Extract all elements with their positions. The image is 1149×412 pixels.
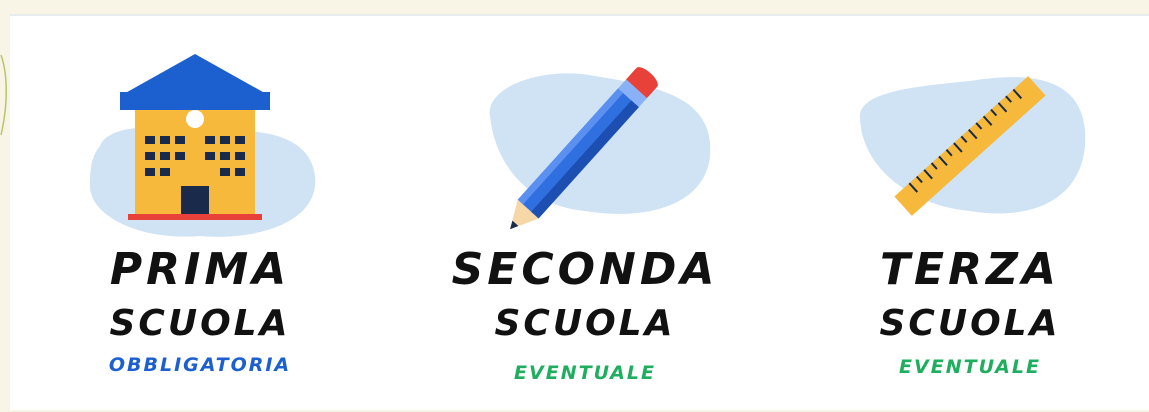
school-options-panel: PRIMA SCUOLA OBBLIGATORIA SECONDA SCUOLA… [10,14,1149,410]
card-seconda-scuola[interactable]: SECONDA SCUOLA EVENTUALE [435,16,735,412]
card-subtitle: SCUOLA [109,303,291,344]
card-tag: OBBLIGATORIA [108,354,292,376]
card-title: PRIMA [109,244,291,295]
card-title: TERZA [880,244,1060,295]
pencil-icon [489,67,711,230]
card-subtitle: SCUOLA [879,303,1061,344]
card-subtitle: SCUOLA [494,303,676,344]
card-tag: EVENTUALE [514,362,656,384]
card-tag: EVENTUALE [899,356,1041,378]
card-prima-scuola[interactable]: PRIMA SCUOLA OBBLIGATORIA [50,16,350,412]
card-terza-scuola[interactable]: TERZA SCUOLA EVENTUALE [820,16,1120,412]
card-title: SECONDA [451,244,719,295]
school-building-icon [90,54,316,237]
ruler-icon [860,76,1086,216]
